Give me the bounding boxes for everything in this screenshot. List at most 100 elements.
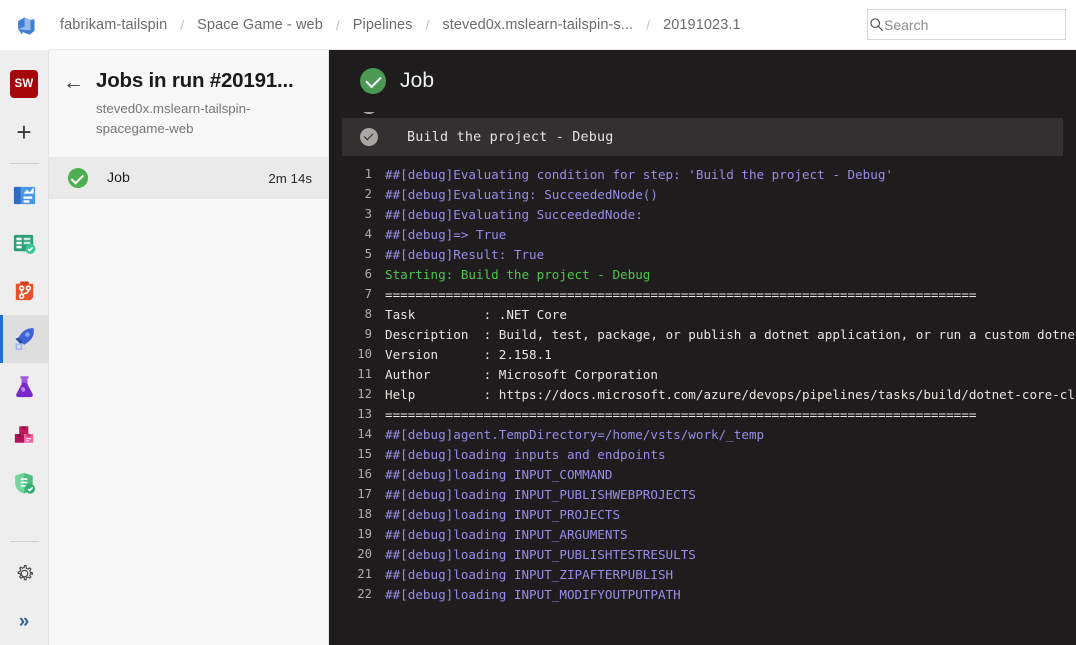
success-check-glyph <box>68 168 88 188</box>
log-line-text: ##[debug]Evaluating SucceededNode: <box>385 206 643 222</box>
log-line-number: 6 <box>364 267 372 281</box>
jobs-panel: ← Jobs in run #20191... steved0x.mslearn… <box>49 50 329 645</box>
log-line-text: Author : Microsoft Corporation <box>385 366 658 382</box>
rail-divider-top <box>9 163 39 164</box>
log-line-text: ##[debug]loading INPUT_MODIFYOUTPUTPATH <box>385 586 681 602</box>
sidebar-item-project-settings[interactable] <box>0 549 49 597</box>
breadcrumb-item-pipeline-name[interactable]: steved0x.mslearn-tailspin-s... <box>442 17 633 33</box>
log-line-number: 10 <box>357 347 372 361</box>
log-line-list[interactable]: 1 ##[debug]Evaluating condition for step:… <box>329 156 1076 604</box>
log-line-number: 9 <box>364 327 372 341</box>
log-line-text: Task : .NET Core <box>385 306 567 322</box>
log-line: 13 ======================================… <box>329 404 1076 424</box>
log-line-text: ##[debug]loading INPUT_PROJECTS <box>385 506 621 522</box>
job-status-success-icon <box>360 68 386 94</box>
log-line-text: Version : 2.158.1 <box>385 346 552 362</box>
gear-icon <box>17 564 33 580</box>
log-line-text: ##[debug]loading INPUT_COMMAND <box>385 466 613 482</box>
breadcrumb-separator: / <box>180 16 185 33</box>
sidebar-item-boards[interactable] <box>0 219 49 267</box>
log-line-text: ##[debug]Evaluating: SucceededNode() <box>385 186 658 202</box>
log-line: 20 ##[debug]loading INPUT_PUBLISHTESTRESU… <box>329 544 1076 564</box>
log-line: 1 ##[debug]Evaluating condition for step:… <box>329 164 1076 184</box>
log-line-number: 17 <box>357 487 372 501</box>
log-line-text: ##[debug]loading inputs and endpoints <box>385 446 666 462</box>
sidebar-item-artifacts[interactable] <box>0 411 49 459</box>
log-line: 11 Author : Microsoft Corporation <box>329 364 1076 384</box>
breadcrumb-item-organization[interactable]: fabrikam-tailspin <box>60 17 167 33</box>
log-line-number: 8 <box>364 307 372 321</box>
artifacts-boxes-icon <box>14 425 33 443</box>
step-check-icon <box>360 128 378 146</box>
log-line: 2 ##[debug]Evaluating: SucceededNode() <box>329 184 1076 204</box>
log-line-number: 19 <box>357 527 372 541</box>
plus-icon: + <box>16 117 32 147</box>
log-line-number: 4 <box>364 227 372 241</box>
breadcrumb-separator: / <box>425 16 430 33</box>
sidebar-item-overview[interactable] <box>0 171 49 219</box>
log-line-number: 16 <box>357 467 372 481</box>
log-header-title: Job <box>400 69 435 92</box>
back-arrow-icon[interactable]: ← <box>63 72 84 93</box>
log-line-number: 7 <box>364 287 372 301</box>
step-check-icon <box>360 112 378 114</box>
log-line: 10 Version : 2.158.1 <box>329 344 1076 364</box>
log-line-number: 22 <box>357 587 372 601</box>
log-line: 4 ##[debug]=> True <box>329 224 1076 244</box>
log-line-number: 5 <box>364 247 372 261</box>
sw-badge: SW <box>10 70 38 98</box>
pipelines-rocket-icon <box>15 328 34 350</box>
log-line-text: ##[debug]Result: True <box>385 246 545 262</box>
sidebar-item-repos[interactable] <box>0 267 49 315</box>
search-icon <box>868 17 884 32</box>
log-line: 21 ##[debug]loading INPUT_ZIPAFTERPUBLISH <box>329 564 1076 584</box>
log-line-number: 18 <box>357 507 372 521</box>
top-bar: fabrikam-tailspin / Space Game - web / P… <box>0 0 1076 50</box>
log-line-number: 21 <box>357 567 372 581</box>
azure-devops-logo[interactable] <box>0 0 49 50</box>
sidebar-item-org-badge[interactable]: SW <box>0 60 49 108</box>
log-line-text: ##[debug]loading INPUT_ZIPAFTERPUBLISH <box>385 566 674 582</box>
log-line-text: Description : Build, test, package, or p… <box>385 326 1076 342</box>
log-line: 17 ##[debug]loading INPUT_PUBLISHWEBPROJE… <box>329 484 1076 504</box>
sidebar-item-expand-navigation[interactable]: » <box>0 597 49 645</box>
shield-check-icon <box>14 472 35 494</box>
left-navigation-rail: SW + » <box>0 50 49 645</box>
sidebar-item-security[interactable] <box>0 459 49 507</box>
chevron-double-right-icon: » <box>18 610 30 632</box>
search-input[interactable] <box>884 10 1065 39</box>
flask-icon <box>15 375 33 397</box>
breadcrumb-item-pipelines[interactable]: Pipelines <box>353 17 413 33</box>
log-line: 9 Description : Build, test, package, or … <box>329 324 1076 344</box>
jobs-title-row: ← Jobs in run #20191... <box>63 68 312 94</box>
log-header: Job <box>329 50 1076 112</box>
sidebar-item-pipelines[interactable] <box>0 315 49 363</box>
log-line: 8 Task : .NET Core <box>329 304 1076 324</box>
log-line: 6 Starting: Build the project - Debug <box>329 264 1076 284</box>
sidebar-item-test-plans[interactable] <box>0 363 49 411</box>
breadcrumb-item-project[interactable]: Space Game - web <box>197 17 323 33</box>
success-check-icon <box>49 168 107 188</box>
log-line-number: 20 <box>357 547 372 561</box>
log-line: 22 ##[debug]loading INPUT_MODIFYOUTPUTPAT… <box>329 584 1076 604</box>
log-line-text: Help : https://docs.microsoft.com/azure/… <box>385 386 1076 402</box>
azure-devops-pipeline-log-page: fabrikam-tailspin / Space Game - web / P… <box>0 0 1076 645</box>
rail-divider-bottom <box>9 541 39 542</box>
breadcrumb-item-run-number[interactable]: 20191023.1 <box>663 17 741 33</box>
step-label: Build the project - Debug <box>407 129 614 145</box>
body: SW + » ← Jobs in run #20191... steved0x.… <box>0 50 1076 645</box>
log-line: 16 ##[debug]loading INPUT_COMMAND <box>329 464 1076 484</box>
log-line-text: ##[debug]loading INPUT_PUBLISHTESTRESULT… <box>385 546 696 562</box>
repos-icon <box>15 280 33 300</box>
overview-icon <box>13 186 35 204</box>
boards-icon <box>13 234 35 254</box>
search-box[interactable] <box>867 9 1066 40</box>
list-item[interactable]: Job 2m 14s <box>49 157 328 199</box>
log-line-number: 12 <box>357 387 372 401</box>
step-row-build-project-debug[interactable]: Build the project - Debug <box>342 118 1063 156</box>
breadcrumb-separator: / <box>646 16 651 33</box>
sidebar-item-create-new[interactable]: + <box>0 108 49 156</box>
log-line: 12 Help : https://docs.microsoft.com/azur… <box>329 384 1076 404</box>
log-line-text: ##[debug]Evaluating condition for step: … <box>385 166 893 182</box>
job-name: Job <box>107 170 130 186</box>
